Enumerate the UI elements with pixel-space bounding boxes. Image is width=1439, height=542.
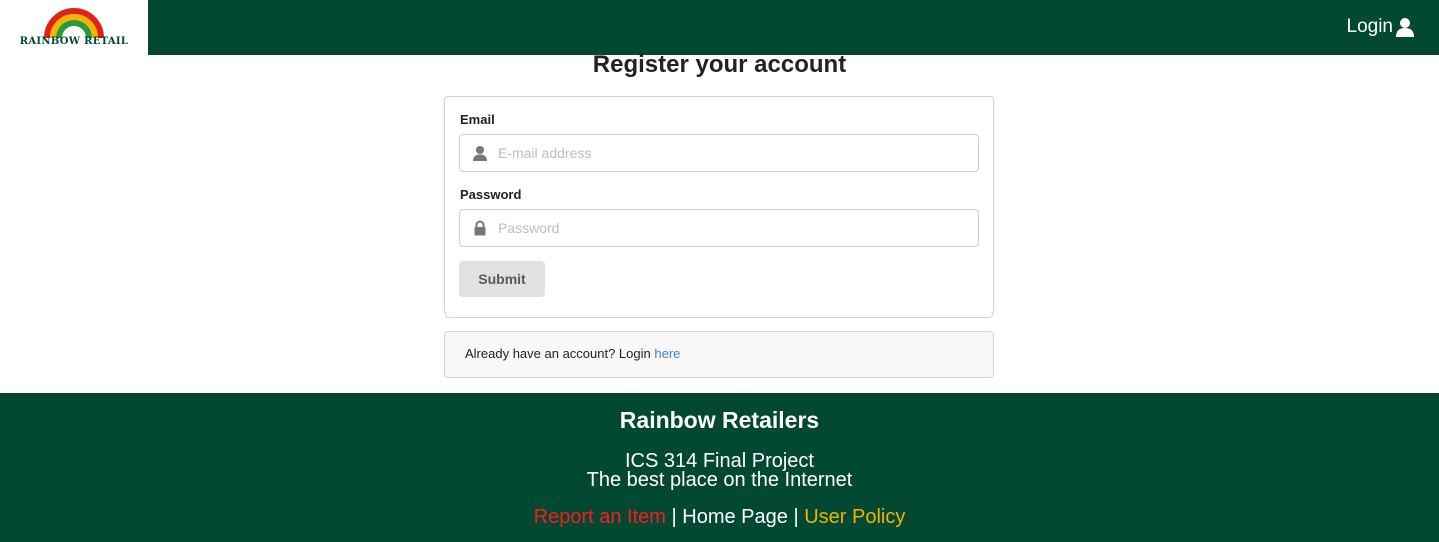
email-field-wrapper	[459, 134, 979, 172]
user-policy-link[interactable]: User Policy	[804, 506, 905, 528]
lock-icon	[474, 220, 486, 236]
rainbow-logo-icon	[44, 8, 104, 39]
password-input[interactable]	[498, 210, 968, 246]
report-item-link[interactable]: Report an Item	[534, 506, 666, 528]
login-here-link[interactable]: here	[654, 346, 680, 361]
footer-title: Rainbow Retailers	[619, 407, 820, 433]
logo[interactable]: RAINBOW RETAIL	[0, 0, 148, 55]
submit-button[interactable]: Submit	[459, 261, 545, 297]
footer-links: Report an Item | Home Page | User Policy	[0, 506, 1439, 529]
footer-tagline: The best place on the Internet	[586, 469, 853, 491]
register-form: Email Password Submit	[444, 96, 994, 318]
user-icon	[1396, 18, 1414, 37]
login-message: Already have an account? Login here	[444, 331, 994, 378]
login-prompt-text: Already have an account? Login	[465, 346, 655, 361]
home-page-link[interactable]: Home Page	[682, 506, 788, 528]
password-field-wrapper	[459, 209, 979, 247]
footer: Rainbow Retailers ICS 314 Final Project …	[0, 393, 1439, 542]
top-navbar: RAINBOW RETAIL Login	[0, 0, 1439, 55]
logo-text: RAINBOW RETAIL	[19, 36, 129, 47]
page-title: Register your account	[592, 51, 847, 78]
link-separator: |	[665, 506, 683, 528]
user-icon	[473, 146, 487, 161]
link-separator: |	[787, 506, 805, 528]
password-label: Password	[460, 187, 522, 202]
login-link[interactable]: Login	[1347, 16, 1416, 38]
login-label: Login	[1346, 16, 1394, 37]
email-input[interactable]	[498, 135, 968, 171]
email-label: Email	[460, 112, 495, 127]
